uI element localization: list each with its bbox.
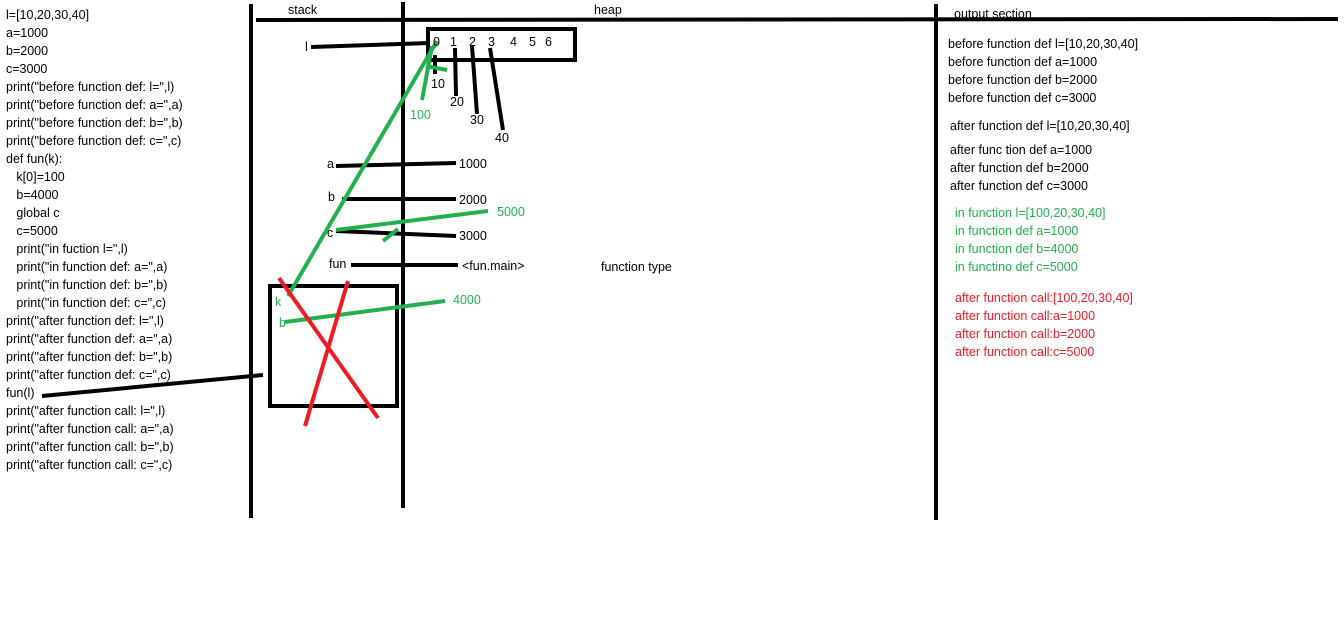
ref-k-to-list — [286, 39, 439, 298]
list-value-100: 100 — [410, 108, 431, 122]
stack-var-l: l — [305, 40, 308, 54]
code-line: print("after function def: a=",a) — [6, 332, 173, 346]
list-index: 2 — [469, 35, 476, 49]
code-line: print("after function call: a=",a) — [6, 422, 174, 436]
output-after-def-line: after function def c=3000 — [950, 179, 1088, 193]
stack-param-k: k — [275, 295, 282, 309]
code-line: print("before function def: l=",l) — [6, 80, 175, 94]
code-line: fun(l) — [6, 386, 35, 400]
ref-a — [335, 161, 457, 168]
code-line: print("after function call: l=",l) — [6, 404, 166, 418]
list-value-20: 20 — [450, 95, 464, 109]
list-value-10: 10 — [431, 77, 445, 91]
stack-var-b: b — [328, 190, 335, 204]
function-type-label: function type — [601, 260, 672, 274]
list-index: 6 — [545, 35, 552, 49]
heap-fun-object: <fun.main> — [462, 259, 525, 273]
code-line: c=3000 — [6, 62, 48, 76]
code-line: l=[10,20,30,40] — [6, 8, 90, 22]
code-line: print("after function call: b=",b) — [6, 440, 174, 454]
code-line: print("in fuction l=",l) — [6, 242, 128, 256]
output-in-function-line: in functino def c=5000 — [955, 260, 1078, 274]
code-line: b=4000 — [6, 188, 59, 202]
stack-var-a: a — [327, 157, 334, 171]
list-index: 1 — [450, 35, 457, 49]
code-line: print("before function def: a=",a) — [6, 98, 183, 112]
output-after-call-line: after function call:a=1000 — [955, 309, 1096, 323]
heap-header: heap — [594, 3, 622, 17]
output-after-call-line: after function call:[100,20,30,40] — [955, 291, 1133, 305]
heap-value-1000: 1000 — [459, 157, 487, 171]
stack-var-c: c — [327, 226, 334, 240]
header-rule — [255, 17, 1339, 22]
code-line: print("after function call: c=",c) — [6, 458, 173, 472]
memory-diagram-strokes — [41, 2, 1339, 520]
list-index: 5 — [529, 35, 536, 49]
list-value-40: 40 — [495, 131, 509, 145]
ptr-index-1 — [453, 47, 458, 97]
stack-var-fun: fun — [329, 257, 347, 271]
code-line: global c — [6, 206, 60, 220]
output-after-call-line: after function call:c=5000 — [955, 345, 1095, 359]
list-index: 0 — [433, 35, 440, 49]
output-header: output section — [954, 7, 1032, 21]
code-line: print("in function def: b=",b) — [6, 278, 168, 292]
code-line: print("after function def: l=",l) — [6, 314, 164, 328]
output-after-def-line: after function def b=2000 — [950, 161, 1089, 175]
code-line: print("before function def: c=",c) — [6, 134, 182, 148]
output-before-line: before function def b=2000 — [948, 73, 1098, 87]
list-index: 4 — [510, 35, 517, 49]
output-after-call-line: after function call:b=2000 — [955, 327, 1096, 341]
code-line: b=2000 — [6, 44, 49, 58]
output-before-line: before function def l=[10,20,30,40] — [948, 37, 1139, 51]
function-frame — [268, 284, 399, 408]
output-in-function-line: in function def a=1000 — [955, 224, 1079, 238]
code-line: print("after function def: b=",b) — [6, 350, 173, 364]
output-after-def-line: after function def l=[10,20,30,40] — [950, 119, 1130, 133]
code-line: print("after function def: c=",c) — [6, 368, 171, 382]
heap-value-2000: 2000 — [459, 193, 487, 207]
stack-header: stack — [288, 3, 318, 17]
heap-value-4000: 4000 — [453, 293, 481, 307]
list-value-30: 30 — [470, 113, 484, 127]
output-before-line: before function def a=1000 — [948, 55, 1098, 69]
code-line: a=1000 — [6, 26, 49, 40]
code-line: k[0]=100 — [6, 170, 65, 184]
output-in-function-line: in function def b=4000 — [955, 242, 1079, 256]
heap-value-5000: 5000 — [497, 205, 525, 219]
output-before-line: before function def c=3000 — [948, 91, 1097, 105]
code-line: print("in function def: c=",c) — [6, 296, 166, 310]
heap-value-3000: 3000 — [459, 229, 487, 243]
ptr-index-2 — [470, 45, 479, 115]
list-index: 3 — [488, 35, 495, 49]
output-in-function-line: in function l=[100,20,30,40] — [955, 206, 1106, 220]
output-after-def-line: after func tion def a=1000 — [950, 143, 1093, 157]
stack-local-b: b — [279, 316, 286, 330]
code-line: print("before function def: b=",b) — [6, 116, 183, 130]
ref-l — [310, 41, 431, 49]
code-line: def fun(k): — [6, 152, 63, 166]
code-line: c=5000 — [6, 224, 58, 238]
code-line: print("in function def: a=",a) — [6, 260, 168, 274]
